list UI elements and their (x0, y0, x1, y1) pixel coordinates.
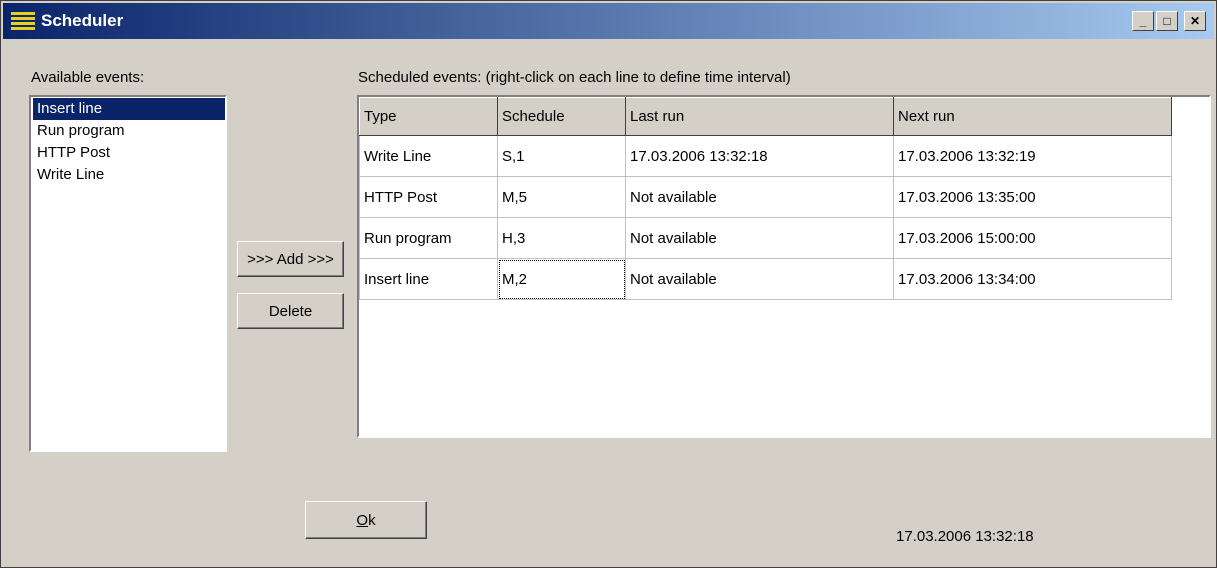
delete-button[interactable]: Delete (237, 293, 344, 329)
table-row[interactable]: HTTP Post M,5 Not available 17.03.2006 13:3… (359, 176, 1172, 218)
table-cell[interactable]: 17.03.2006 13:35:00 (893, 176, 1172, 218)
table-row[interactable]: Write Line S,1 17.03.2006 13:32:18 17.03.20… (359, 135, 1172, 177)
title-bar[interactable]: Scheduler _ □ ✕ (3, 3, 1214, 39)
table-cell[interactable]: M,5 (497, 176, 626, 218)
scheduled-events-table: Type Schedule Last run Next run Write Line S… (359, 97, 1172, 300)
column-header-type[interactable]: Type (359, 97, 498, 136)
scheduled-events-label: Scheduled events: (right-click on each l… (358, 69, 791, 86)
available-event-item[interactable]: Run program (33, 120, 225, 142)
table-cell[interactable]: 17.03.2006 15:00:00 (893, 217, 1172, 259)
status-clock: 17.03.2006 13:32:18 (896, 528, 1034, 545)
available-events-listbox[interactable]: Insert line Run program HTTP Post Write Lin… (29, 95, 227, 452)
table-cell[interactable]: HTTP Post (359, 176, 498, 218)
table-cell[interactable]: Not available (625, 258, 894, 300)
close-button[interactable]: ✕ (1184, 11, 1206, 31)
minimize-button[interactable]: _ (1132, 11, 1154, 31)
column-header-last-run[interactable]: Last run (625, 97, 894, 136)
available-events-label: Available events: (31, 69, 145, 86)
table-cell[interactable]: 17.03.2006 13:32:19 (893, 135, 1172, 177)
column-header-schedule[interactable]: Schedule (497, 97, 626, 136)
table-row[interactable]: Run program H,3 Not available 17.03.2006 15… (359, 217, 1172, 259)
ok-button[interactable]: Ok (305, 501, 427, 539)
table-cell[interactable]: 17.03.2006 13:32:18 (625, 135, 894, 177)
available-event-item[interactable]: Write Line (33, 164, 225, 186)
table-cell[interactable]: Insert line (359, 258, 498, 300)
table-cell[interactable]: 17.03.2006 13:34:00 (893, 258, 1172, 300)
scheduled-events-grid[interactable]: Type Schedule Last run Next run Write Line S… (357, 95, 1211, 438)
table-cell[interactable]: Run program (359, 217, 498, 259)
add-button[interactable]: >>> Add >>> (237, 241, 344, 277)
maximize-button[interactable]: □ (1156, 11, 1178, 31)
table-cell[interactable]: S,1 (497, 135, 626, 177)
table-row[interactable]: Insert line M,2 Not available 17.03.2006 13… (359, 258, 1172, 300)
table-cell[interactable]: H,3 (497, 217, 626, 259)
column-header-next-run[interactable]: Next run (893, 97, 1172, 136)
table-cell[interactable]: M,2 (497, 258, 626, 300)
app-icon (11, 12, 35, 30)
window-title: Scheduler (41, 11, 124, 30)
table-cell[interactable]: Not available (625, 176, 894, 218)
table-cell[interactable]: Not available (625, 217, 894, 259)
scheduler-window: Scheduler _ □ ✕ Available events: Insert… (0, 0, 1217, 568)
available-event-item[interactable]: HTTP Post (33, 142, 225, 164)
table-cell[interactable]: Write Line (359, 135, 498, 177)
available-event-item[interactable]: Insert line (33, 98, 225, 120)
